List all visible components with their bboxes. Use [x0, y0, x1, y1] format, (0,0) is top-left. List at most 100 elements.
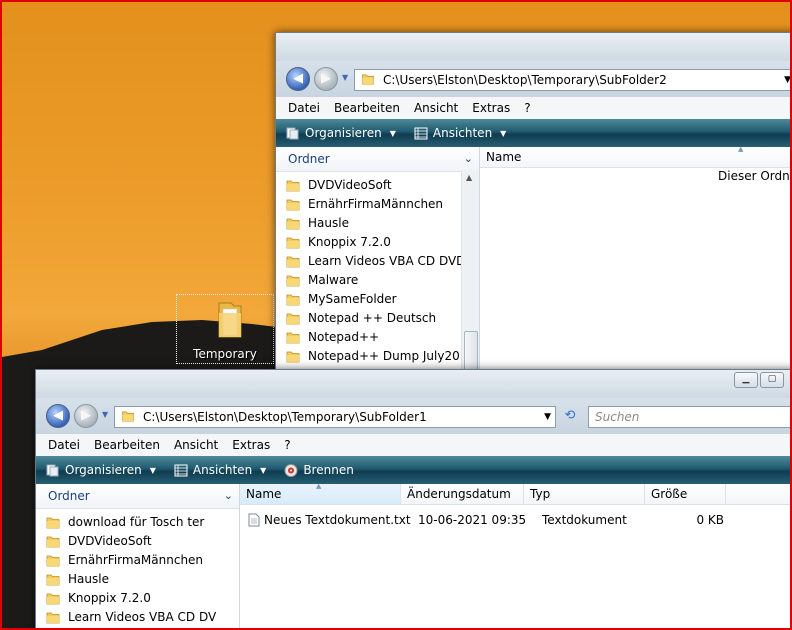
chevron-down-icon: ⌄: [223, 489, 233, 502]
tree-scrollbar[interactable]: ▲: [461, 171, 479, 393]
folder-icon: [286, 198, 300, 211]
empty-folder-message: Dieser Ordner ist leer.: [718, 169, 790, 183]
views-icon: [174, 464, 188, 476]
history-dropdown-icon[interactable]: ▼: [102, 410, 108, 419]
tree-item[interactable]: Learn Videos VBA CD DV: [36, 608, 239, 627]
address-row: ◀ ▶ ▼ C:\Users\Elston\Desktop\Temporary\…: [36, 398, 790, 434]
folder-icon: [286, 236, 300, 249]
file-name-cell: Neues Textdokument.txt: [244, 510, 414, 530]
column-headers: Name Änderungsdatum Typ Größe ▲: [240, 482, 790, 505]
explorer-window-subfolder2[interactable]: ◀ ▶ ▼ C:\Users\Elston\Desktop\Temporary\…: [275, 32, 790, 394]
column-name[interactable]: Name: [480, 147, 790, 167]
menu-bearbeiten[interactable]: Bearbeiten: [334, 101, 400, 115]
command-bar: Organisieren ▼ Ansichten ▼ Brennen: [36, 456, 790, 484]
explorer-window-subfolder1[interactable]: ▁ ▢ ◀ ▶ ▼ C:\Users\Elston\Desktop\Tempor…: [35, 369, 790, 628]
organize-button[interactable]: Organisieren ▼: [46, 463, 156, 477]
column-modified[interactable]: Änderungsdatum: [401, 484, 524, 504]
organize-button[interactable]: Organisieren ▼: [286, 126, 396, 140]
menu-datei[interactable]: Datei: [48, 438, 80, 452]
address-dropdown-icon[interactable]: ▼: [544, 407, 551, 427]
folder-icon: [286, 217, 300, 230]
file-list[interactable]: Name ▲ Dieser Ordner ist leer.: [480, 145, 790, 393]
sort-ascending-icon: ▲: [738, 145, 744, 153]
scroll-up-icon[interactable]: ▲: [466, 173, 472, 182]
chevron-down-icon: ▼: [149, 465, 156, 475]
views-button[interactable]: Ansichten ▼: [414, 126, 506, 140]
folder-icon: [286, 293, 300, 306]
menu-datei[interactable]: Datei: [288, 101, 320, 115]
text-file-icon: [248, 513, 260, 527]
refresh-icon[interactable]: ⟲: [560, 406, 580, 426]
maximize-button[interactable]: ▢: [760, 372, 784, 388]
command-bar: Organisieren ▼ Ansichten ▼: [276, 119, 790, 147]
address-bar[interactable]: C:\Users\Elston\Desktop\Temporary\SubFol…: [354, 69, 790, 91]
menu-extras[interactable]: Extras: [472, 101, 510, 115]
back-button[interactable]: ◀: [46, 404, 70, 428]
file-row[interactable]: Neues Textdokument.txt 10-06-2021 09:35 …: [244, 510, 724, 530]
folder-icon: [46, 611, 60, 624]
navigation-pane: Ordner ⌄ DVDVideoSoft ErnährFirmaMännchen…: [276, 147, 480, 393]
burn-label: Brennen: [303, 463, 354, 477]
views-button[interactable]: Ansichten ▼: [174, 463, 266, 477]
file-type: Textdokument: [542, 513, 627, 527]
address-dropdown-icon[interactable]: ▼: [784, 70, 790, 90]
column-type[interactable]: Typ: [524, 484, 645, 504]
organize-label: Organisieren: [305, 126, 382, 140]
menu-bearbeiten[interactable]: Bearbeiten: [94, 438, 160, 452]
tree-item[interactable]: DVDVideoSoft: [276, 176, 479, 195]
file-list[interactable]: Name Änderungsdatum Typ Größe ▲ Neues Te…: [240, 482, 790, 628]
folders-header[interactable]: Ordner ⌄: [276, 147, 479, 172]
back-button[interactable]: ◀: [286, 67, 310, 91]
desktop: Temporary ◀ ▶ ▼ C:\Users\Elston\Desktop\…: [0, 0, 792, 630]
minimize-button[interactable]: ▁: [734, 372, 758, 388]
history-dropdown-icon[interactable]: ▼: [342, 73, 348, 82]
folder-icon: [286, 255, 300, 268]
burn-icon: [284, 463, 298, 477]
views-label: Ansichten: [432, 126, 493, 140]
folder-icon: [286, 312, 300, 325]
folder-icon: [286, 350, 300, 363]
menu-help[interactable]: ?: [284, 438, 290, 452]
title-bar[interactable]: ▁ ▢: [36, 370, 790, 398]
tree-item[interactable]: Learn Videos VBA CD DVD: [276, 252, 479, 271]
tree-item[interactable]: Malware: [276, 271, 479, 290]
menu-ansicht[interactable]: Ansicht: [174, 438, 218, 452]
menu-ansicht[interactable]: Ansicht: [414, 101, 458, 115]
tree-item[interactable]: download für Tosch ter: [36, 513, 239, 532]
tree-item[interactable]: Knoppix 7.2.0: [276, 233, 479, 252]
address-text: C:\Users\Elston\Desktop\Temporary\SubFol…: [383, 73, 667, 87]
chevron-down-icon: ▼: [389, 128, 396, 138]
chevron-down-icon: ▼: [500, 128, 507, 138]
folder-icon: [46, 573, 60, 586]
search-input[interactable]: Suchen: [588, 406, 790, 428]
tree-item[interactable]: Notepad++ Dump July2017: [276, 347, 479, 366]
tree-item[interactable]: ErnährFirmaMännchen: [276, 195, 479, 214]
burn-button[interactable]: Brennen: [284, 463, 354, 477]
tree-item[interactable]: DVDVideoSoft: [36, 532, 239, 551]
folders-header[interactable]: Ordner ⌄: [36, 484, 239, 509]
forward-button[interactable]: ▶: [314, 67, 338, 91]
file-name: Neues Textdokument.txt: [264, 513, 411, 527]
desktop-folder-temporary[interactable]: Temporary: [176, 294, 274, 364]
menu-bar: Datei Bearbeiten Ansicht Extras ?: [36, 434, 790, 457]
column-size[interactable]: Größe: [645, 484, 726, 504]
folders-header-label: Ordner: [48, 489, 90, 503]
menu-help[interactable]: ?: [524, 101, 530, 115]
tree-item[interactable]: MySameFolder: [276, 290, 479, 309]
menu-extras[interactable]: Extras: [232, 438, 270, 452]
views-icon: [414, 127, 428, 139]
tree-item[interactable]: Notepad ++ Deutsch: [276, 309, 479, 328]
tree-item[interactable]: ErnährFirmaMännchen: [36, 551, 239, 570]
address-text: C:\Users\Elston\Desktop\Temporary\SubFol…: [143, 410, 427, 424]
tree-item[interactable]: Hausle: [36, 570, 239, 589]
sort-ascending-icon: ▲: [316, 482, 322, 490]
folder-icon: [286, 274, 300, 287]
title-bar[interactable]: [276, 33, 790, 61]
tree-item[interactable]: Knoppix 7.2.0: [36, 589, 239, 608]
folder-tree: DVDVideoSoft ErnährFirmaMännchen Hausle …: [276, 172, 479, 366]
tree-item[interactable]: Notepad++: [276, 328, 479, 347]
address-bar[interactable]: C:\Users\Elston\Desktop\Temporary\SubFol…: [114, 406, 556, 428]
forward-button[interactable]: ▶: [74, 404, 98, 428]
tree-item[interactable]: Hausle: [276, 214, 479, 233]
file-size: 0 KB: [696, 513, 724, 527]
